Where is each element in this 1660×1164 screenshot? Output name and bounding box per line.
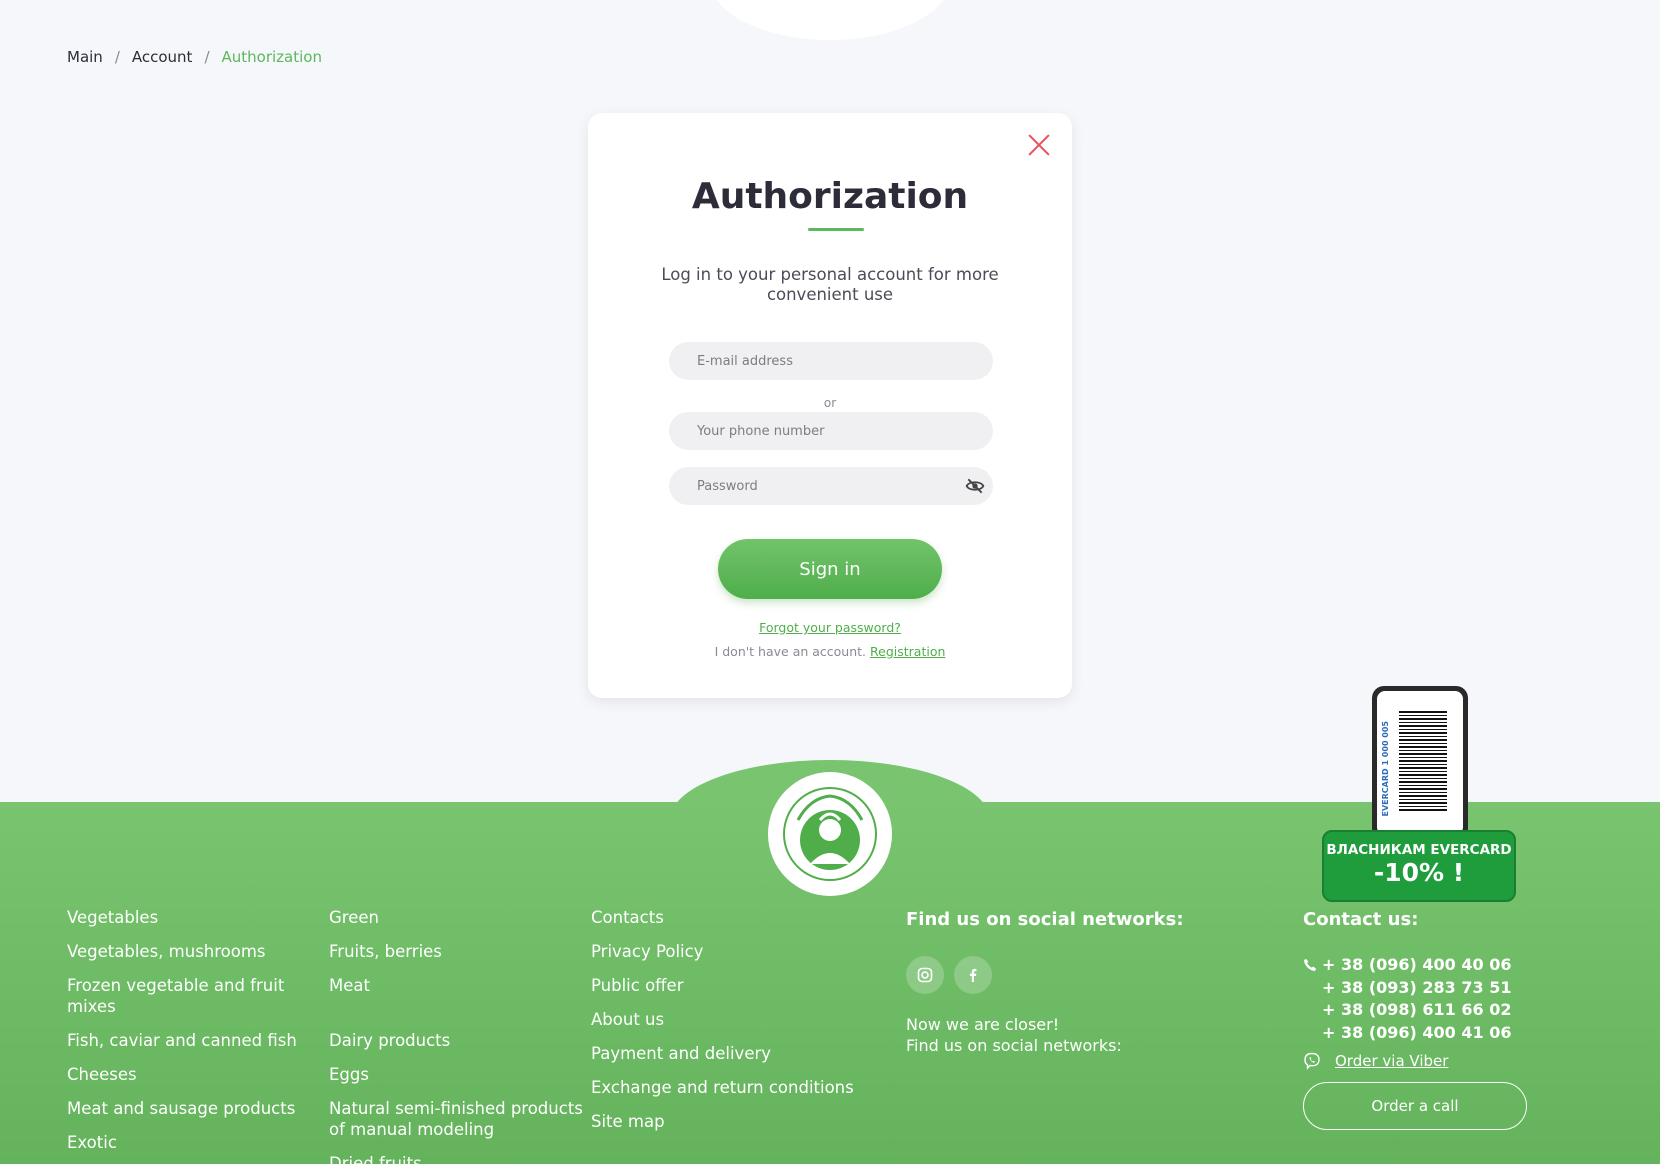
footer-link[interactable]: Meat and sausage products	[67, 1098, 307, 1119]
footer-link-payment[interactable]: Payment and delivery	[591, 1043, 881, 1064]
phone-field[interactable]	[669, 412, 993, 450]
footer-link[interactable]: Green	[329, 907, 589, 928]
phone-list: + 38 (096) 400 40 06 + 38 (093) 283 73 5…	[1303, 954, 1563, 1044]
phone-number[interactable]: + 38 (093) 283 73 51	[1322, 977, 1563, 1000]
footer-link[interactable]: Dairy products	[329, 1030, 589, 1051]
order-call-button[interactable]: Order a call	[1303, 1082, 1527, 1130]
modal-title: Authorization	[691, 176, 969, 217]
forgot-password-link[interactable]: Forgot your password?	[588, 620, 1072, 635]
footer-link-exchange[interactable]: Exchange and return conditions	[591, 1077, 881, 1098]
footer-link-privacy[interactable]: Privacy Policy	[591, 941, 881, 962]
evercard-number: EVERCARD 1 000 005	[1381, 721, 1390, 817]
phone-icon	[1304, 958, 1317, 971]
password-field[interactable]	[669, 467, 993, 505]
breadcrumb-current: Authorization	[221, 48, 322, 66]
phone-number[interactable]: + 38 (096) 400 40 06	[1322, 954, 1563, 977]
footer-link[interactable]: Fruits, berries	[329, 941, 589, 962]
viber-icon	[1304, 1052, 1320, 1070]
facebook-icon[interactable]	[954, 956, 992, 994]
phone-number[interactable]: + 38 (096) 400 41 06	[1322, 1022, 1563, 1045]
modal-subtitle: Log in to your personal account for more…	[661, 265, 999, 304]
evercard-promo[interactable]: EVERCARD 1 000 005 ВЛАСНИКАМ EVERCARD -1…	[1322, 684, 1516, 904]
footer-link[interactable]: Natural semi-finished products of manual…	[329, 1098, 589, 1140]
breadcrumb-main[interactable]: Main	[67, 48, 103, 66]
social-text-line2: Find us on social networks:	[906, 1036, 1122, 1055]
header-logo-tab[interactable]	[710, 0, 950, 40]
footer-link[interactable]: Vegetables	[67, 907, 307, 928]
social-block: Find us on social networks: Now we are c…	[906, 909, 1226, 1056]
footer-link[interactable]: Exotic	[67, 1132, 307, 1153]
breadcrumb: Main / Account / Authorization	[67, 48, 322, 66]
social-title: Find us on social networks:	[906, 909, 1184, 930]
footer-link[interactable]: Dried fruits	[329, 1153, 589, 1164]
registration-line: I don't have an account. Registration	[588, 644, 1072, 659]
breadcrumb-account[interactable]: Account	[132, 48, 193, 66]
footer-link[interactable]: Cheeses	[67, 1064, 307, 1085]
viber-order-link[interactable]: Order via Viber	[1335, 1052, 1448, 1070]
footer-link-contacts[interactable]: Contacts	[591, 907, 881, 928]
footer-link-sitemap[interactable]: Site map	[591, 1111, 881, 1132]
no-account-text: I don't have an account.	[714, 644, 867, 659]
close-icon[interactable]	[1026, 132, 1052, 158]
promo-banner: ВЛАСНИКАМ EVERCARD -10% !	[1322, 830, 1516, 902]
contact-block: Contact us: + 38 (096) 400 40 06 + 38 (0…	[1303, 909, 1563, 1130]
footer-link-about[interactable]: About us	[591, 1009, 881, 1030]
sign-in-button[interactable]: Sign in	[718, 539, 942, 599]
email-field[interactable]	[669, 342, 993, 380]
password-wrapper	[669, 467, 993, 505]
registration-link[interactable]: Registration	[870, 644, 945, 659]
promo-phone-screen: EVERCARD 1 000 005	[1377, 691, 1463, 835]
barcode-icon	[1399, 711, 1447, 811]
footer-link[interactable]: Frozen vegetable and fruit mixes	[67, 975, 307, 1017]
footer-logo[interactable]	[768, 772, 892, 896]
footer-link[interactable]: Vegetables, mushrooms	[67, 941, 307, 962]
footer-categories-col2: Green Fruits, berries Meat Dairy product…	[329, 907, 589, 1164]
title-underline	[808, 228, 864, 231]
authorization-modal: Authorization Log in to your personal ac…	[588, 113, 1072, 698]
breadcrumb-separator: /	[204, 48, 210, 66]
footer-link-offer[interactable]: Public offer	[591, 975, 881, 996]
promo-discount: -10% !	[1373, 858, 1465, 887]
social-text: Now we are closer! Find us on social net…	[906, 1014, 1226, 1056]
footer-link[interactable]: Meat	[329, 975, 589, 996]
breadcrumb-separator: /	[114, 48, 120, 66]
viber-row: Order via Viber	[1303, 1052, 1563, 1070]
footer-categories-col1: Vegetables Vegetables, mushrooms Frozen …	[67, 907, 307, 1164]
phone-number[interactable]: + 38 (098) 611 66 02	[1322, 999, 1563, 1022]
social-text-line1: Now we are closer!	[906, 1015, 1060, 1034]
footer-link[interactable]: Fish, caviar and canned fish	[67, 1030, 307, 1051]
footer-link[interactable]: Eggs	[329, 1064, 589, 1085]
footer-info-col: Contacts Privacy Policy Public offer Abo…	[591, 907, 881, 1145]
or-divider: or	[823, 396, 837, 410]
instagram-icon[interactable]	[906, 956, 944, 994]
contact-title: Contact us:	[1303, 909, 1419, 930]
eye-slash-icon[interactable]	[965, 477, 985, 495]
farm-logo-icon	[783, 787, 877, 881]
promo-line1: ВЛАСНИКАМ EVERCARD	[1326, 842, 1512, 858]
promo-phone-image: EVERCARD 1 000 005	[1372, 686, 1468, 840]
social-icons	[906, 956, 1226, 994]
